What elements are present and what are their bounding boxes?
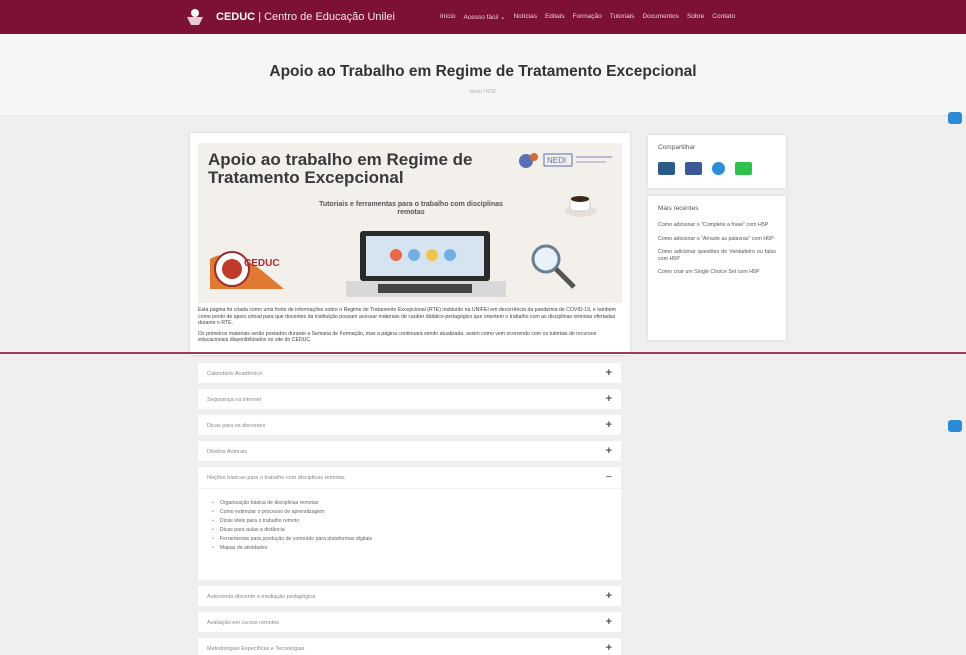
accordion-label: Calendário Acadêmico xyxy=(207,371,263,377)
share-card: Compartilhar xyxy=(648,135,786,188)
section-divider xyxy=(0,352,966,354)
expand-icon[interactable]: + xyxy=(606,616,612,628)
top-navbar: CEDUC | Centro de Educação Unilei Início… xyxy=(0,0,966,34)
accordion-label: Noções básicas para o trabalho com disci… xyxy=(207,475,345,481)
banner-title: Apoio ao trabalho em Regime de Tratament… xyxy=(208,150,473,187)
banner-card: Apoio ao trabalho em Regime de Tratament… xyxy=(190,133,630,355)
nav-noticias[interactable]: Notícias xyxy=(513,13,536,21)
accordion-item-autonomia[interactable]: Autonomia discente e mediação pedagógica… xyxy=(197,585,622,607)
main-nav: Início Acesso fácil ⌄ Notícias Editais F… xyxy=(440,13,735,21)
recent-list: Como adicionar o "Complete a frase" com … xyxy=(658,222,776,283)
telegram-icon[interactable] xyxy=(712,162,725,175)
expand-icon[interactable]: + xyxy=(606,393,612,405)
topic-link[interactable]: Como estimular o processo de aprendizage… xyxy=(212,508,372,517)
accordion-item-avaliacao[interactable]: Avaliação em cursos remotos + xyxy=(197,611,622,633)
nav-sobre[interactable]: Sobre xyxy=(687,13,704,21)
recent-heading: Mais recentes xyxy=(658,205,699,212)
email-icon[interactable] xyxy=(658,162,675,175)
coffee-cup-icon xyxy=(565,196,597,217)
floating-chat-button[interactable] xyxy=(948,112,962,124)
nav-inicio[interactable]: Início xyxy=(440,13,456,21)
title-band: Apoio ao Trabalho em Regime de Tratament… xyxy=(0,34,966,116)
nedi-label: NEDI xyxy=(547,156,566,165)
expand-icon[interactable]: + xyxy=(606,590,612,602)
banner-subtitle: Tutoriais e ferramentas para o trabalho … xyxy=(319,201,503,216)
collapse-icon[interactable]: − xyxy=(606,471,612,483)
page-title: Apoio ao Trabalho em Regime de Tratament… xyxy=(269,63,697,80)
topic-link[interactable]: Organização básica de disciplinas remota… xyxy=(212,499,372,508)
accordion-label: Dicas para os discentes xyxy=(207,423,266,429)
accordion-item-direitos-autorais[interactable]: Direitos Autorais + xyxy=(197,440,622,462)
nav-documentos[interactable]: Documentos xyxy=(642,13,679,21)
accordion-label: Segurança na internet xyxy=(207,397,262,403)
intro-text: Esta página foi criada como uma fonte de… xyxy=(198,307,622,348)
expand-icon[interactable]: + xyxy=(606,445,612,457)
topic-link[interactable]: Mapas de atividades xyxy=(212,544,372,553)
nav-editais[interactable]: Editais xyxy=(545,13,565,21)
accordion-item-nocoes-basicas: Noções básicas para o trabalho com disci… xyxy=(197,466,622,581)
accordion-item-dicas-discentes[interactable]: Dicas para os discentes + xyxy=(197,414,622,436)
recent-posts-card: Mais recentes Como adicionar o "Complete… xyxy=(648,196,786,340)
laptop-illustration xyxy=(346,231,506,297)
breadcrumb[interactable]: Início / RTE xyxy=(0,89,966,95)
nedi-logo: NEDI xyxy=(519,153,612,168)
ceduc-logo: CEDUC xyxy=(210,251,284,289)
ceduc-label: CEDUC xyxy=(244,258,280,269)
nav-acesso-facil[interactable]: Acesso fácil ⌄ xyxy=(464,13,506,21)
nav-tutoriais[interactable]: Tutoriais xyxy=(610,13,635,21)
topic-link[interactable]: Dicas úteis para o trabalho remoto xyxy=(212,517,372,526)
magnifier-illustration xyxy=(531,244,576,289)
recent-item[interactable]: Como adicionar o "Complete a frase" com … xyxy=(658,222,776,229)
whatsapp-icon[interactable] xyxy=(735,162,752,175)
topic-link[interactable]: Dicas para aulas a distância xyxy=(212,526,372,535)
accordion-item-metodologias[interactable]: Metodologias Específicas e Tecnologias + xyxy=(197,637,622,655)
accordion-item-seguranca[interactable]: Segurança na internet + xyxy=(197,388,622,410)
ceduc-logo-icon[interactable] xyxy=(185,8,205,26)
nav-contato[interactable]: Contato xyxy=(712,13,735,21)
accordion-label: Autonomia discente e mediação pedagógica xyxy=(207,594,316,600)
expand-icon[interactable]: + xyxy=(606,367,612,379)
brand-short[interactable]: CEDUC xyxy=(216,11,255,23)
accordion-item-calendario[interactable]: Calendário Acadêmico + xyxy=(197,362,622,384)
topic-link[interactable]: Ferramentas para produção de conteúdo pa… xyxy=(212,535,372,544)
share-icons xyxy=(658,162,752,175)
share-heading: Compartilhar xyxy=(658,144,696,151)
accordion-label: Avaliação em cursos remotos xyxy=(207,620,280,626)
brand-full[interactable]: | Centro de Educação Unilei xyxy=(258,11,395,23)
brand[interactable]: CEDUC | Centro de Educação Unilei xyxy=(216,11,395,23)
intro-paragraph-2: Os primeiros materiais serão postados du… xyxy=(198,330,597,344)
nav-formacao[interactable]: Formação xyxy=(572,13,601,21)
recent-item[interactable]: Como adicionar questões de Verdadeiro ou… xyxy=(658,249,776,262)
recent-item[interactable]: Como criar um Single Choice Set com H5P xyxy=(658,269,776,276)
accordion-header[interactable]: Noções básicas para o trabalho com disci… xyxy=(198,467,621,489)
topics-accordion: Calendário Acadêmico + Segurança na inte… xyxy=(197,362,622,655)
accordion-label: Direitos Autorais xyxy=(207,449,248,455)
expand-icon[interactable]: + xyxy=(606,419,612,431)
topic-link-list: Organização básica de disciplinas remota… xyxy=(212,499,372,554)
facebook-icon[interactable] xyxy=(685,162,702,175)
intro-paragraph-1: Esta página foi criada como uma fonte de… xyxy=(198,307,616,326)
recent-item[interactable]: Como adicionar o "Arraste as palavras" c… xyxy=(658,236,776,243)
expand-icon[interactable]: + xyxy=(606,642,612,654)
floating-chat-button-2[interactable] xyxy=(948,420,962,432)
accordion-label: Metodologias Específicas e Tecnologias xyxy=(207,646,305,652)
banner-image: Apoio ao trabalho em Regime de Tratament… xyxy=(198,143,622,303)
